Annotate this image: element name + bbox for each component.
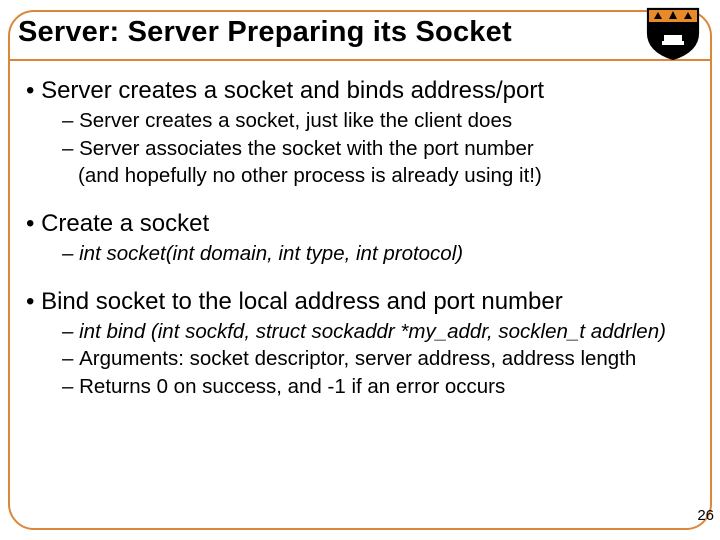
bullet-level2-cont: (and hopefully no other process is alrea…: [48, 163, 686, 189]
bullet-level1: • Bind socket to the local address and p…: [26, 287, 686, 317]
bullet-text: Server creates a socket, just like the c…: [79, 109, 512, 132]
slide-title: Server: Server Preparing its Socket: [18, 16, 512, 49]
bullet-text: Arguments: socket descriptor, server add…: [79, 347, 636, 370]
title-divider: [8, 59, 712, 61]
bullet-level2: – Server creates a socket, just like the…: [48, 108, 686, 134]
bullet-level1: • Create a socket: [26, 209, 686, 239]
page-number: 26: [697, 507, 714, 524]
bullet-level2: – Server associates the socket with the …: [48, 136, 686, 162]
bullet-text: int socket(int domain, int type, int pro…: [79, 242, 463, 265]
bullet-level2: – int socket(int domain, int type, int p…: [48, 241, 686, 267]
princeton-shield-icon: [642, 5, 704, 61]
bullet-text: int bind (int sockfd, struct sockaddr *m…: [79, 320, 666, 343]
bullet-level1: • Server creates a socket and binds addr…: [26, 76, 686, 106]
slide-content: • Server creates a socket and binds addr…: [26, 70, 686, 399]
bullet-text: (and hopefully no other process is alrea…: [78, 164, 542, 187]
bullet-text: Server creates a socket and binds addres…: [41, 77, 544, 104]
bullet-text: Server associates the socket with the po…: [79, 137, 534, 160]
bullet-text: Bind socket to the local address and por…: [41, 288, 563, 315]
bullet-text: Returns 0 on success, and -1 if an error…: [79, 375, 505, 398]
bullet-level2: – Arguments: socket descriptor, server a…: [48, 346, 686, 372]
bullet-level2: – int bind (int sockfd, struct sockaddr …: [48, 319, 686, 345]
bullet-text: Create a socket: [41, 210, 209, 237]
bullet-level2: – Returns 0 on success, and -1 if an err…: [48, 374, 686, 400]
